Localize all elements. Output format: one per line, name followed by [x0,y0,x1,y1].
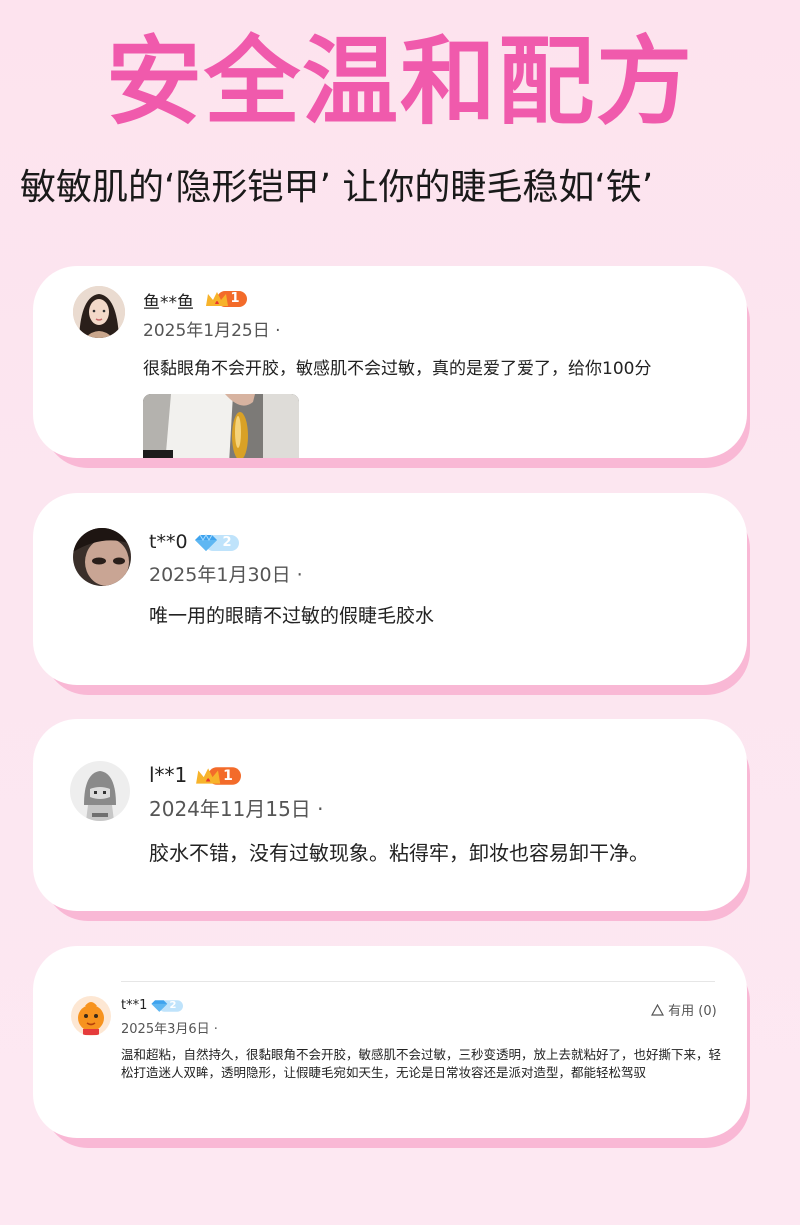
review-card-3: l**1 1 2024年11月15日 · 胶水不错，没有过敏现象。粘得牢，卸妆也… [33,719,747,911]
review-card-2: t**0 2 2025年1月30日 · 唯一用的眼睛不过敏的假睫毛胶水 [33,493,747,685]
username[interactable]: l**1 [149,763,187,787]
username[interactable]: t**1 [121,998,147,1013]
username[interactable]: 鱼**鱼 [143,288,194,313]
review-text: 胶水不错，没有过敏现象。粘得牢，卸妆也容易卸干净。 [149,841,649,865]
review-date: 2024年11月15日 · [149,797,324,821]
avatar[interactable] [73,286,125,338]
username[interactable]: t**0 [149,531,188,553]
review-card-1: 鱼**鱼 1 2025年1月25日 · 很黏眼角不会开胶，敏感肌不会过敏，真的是… [33,266,747,458]
review-text: 唯一用的眼睛不过敏的假睫毛胶水 [149,605,435,627]
level-number: 2 [169,1000,177,1011]
avatar[interactable] [73,528,131,586]
avatar[interactable] [70,761,130,821]
review-date: 2025年1月30日 · [149,564,303,586]
level-number: 1 [230,291,240,306]
useful-label: 有用 (0) [668,1004,717,1019]
level-number: 2 [222,535,232,550]
review-text: 很黏眼角不会开胶，敏感肌不会过敏，真的是爱了爱了，给你100分 [143,359,652,379]
divider [121,981,715,982]
useful-button[interactable]: 有用 (0) [650,1000,717,1019]
page-headline: 安全温和配方 [106,26,694,138]
review-photo[interactable] [143,394,299,458]
warning-triangle-icon [650,1003,665,1016]
review-card-4: t**1 2 2025年3月6日 · 有用 (0) 温和超粘，自然持久，很黏眼角… [33,946,747,1138]
level-number: 1 [223,768,233,784]
page-subline: 敏敏肌的‘隐形铠甲’ 让你的睫毛稳如‘铁’ [20,167,654,208]
review-date: 2025年1月25日 · [143,321,281,341]
review-text: 温和超粘，自然持久，很黏眼角不会开胶，敏感肌不会过敏，三秒变透明，放上去就粘好了… [121,1047,722,1080]
avatar[interactable] [71,996,111,1036]
review-date: 2025年3月6日 · [121,1022,218,1037]
